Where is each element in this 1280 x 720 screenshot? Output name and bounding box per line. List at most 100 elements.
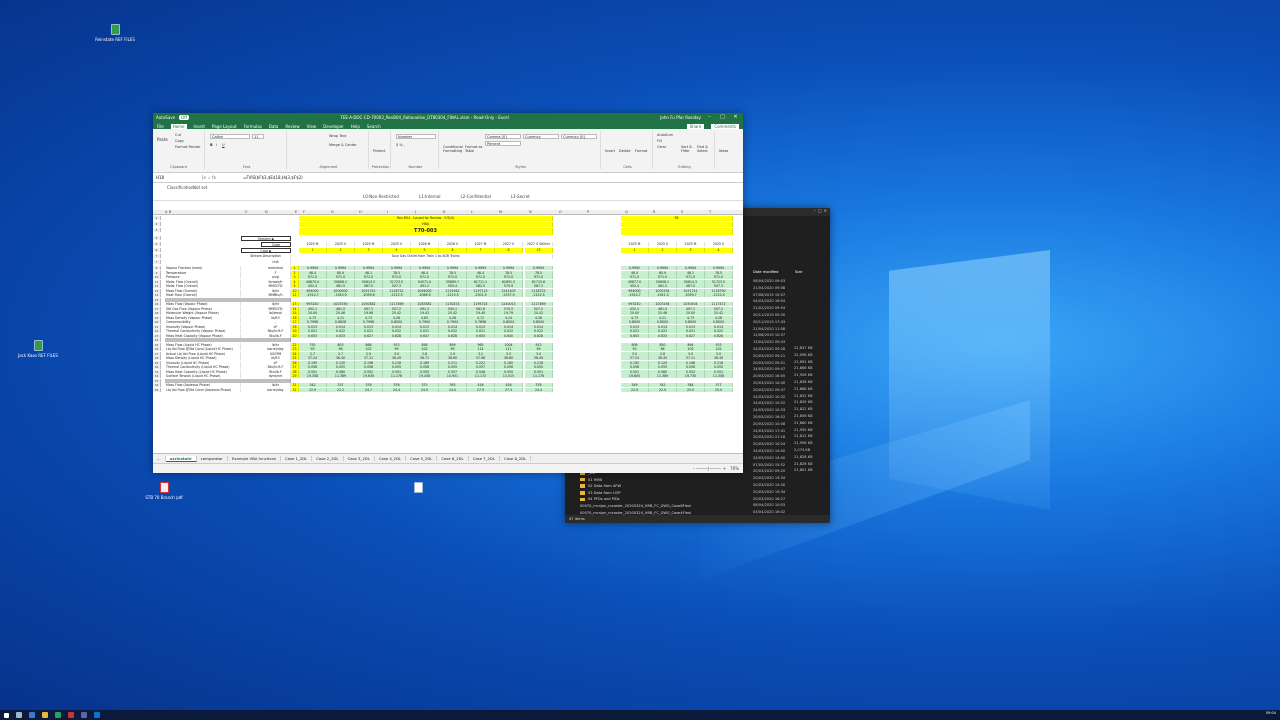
row-header[interactable]: 33 [153, 378, 161, 383]
value-cell[interactable]: 1118790 [705, 288, 733, 293]
value-cell[interactable]: 0.8000 [525, 320, 553, 324]
value-cell[interactable]: 0.9994 [525, 266, 553, 270]
value-cell[interactable]: 0.9994 [355, 266, 383, 270]
value-cell[interactable]: 19.358 [299, 374, 327, 378]
value-cell[interactable]: 25.0 [705, 387, 733, 392]
year-code[interactable]: 2025 S [327, 242, 355, 247]
value-cell[interactable]: 0.055 [327, 365, 355, 369]
value-cell[interactable]: 0.056 [355, 365, 383, 369]
task-view-icon[interactable] [29, 712, 35, 718]
value-cell[interactable]: 36.49 [705, 356, 733, 360]
value-cell[interactable]: 452.4 [621, 284, 649, 288]
value-cell[interactable]: 971.0 [411, 275, 439, 279]
unit-cell[interactable]: mole/mol [261, 266, 291, 270]
value-cell[interactable]: 11.389 [649, 374, 677, 378]
copy-button[interactable]: Copy [175, 139, 184, 143]
value-cell[interactable]: 55895.7 [439, 279, 467, 284]
value-cell[interactable]: 46.1 [677, 270, 705, 275]
value-cell[interactable]: 102 [355, 347, 383, 351]
value-cell[interactable]: 0.014 [525, 324, 553, 329]
value-cell[interactable]: 342 [299, 383, 327, 387]
row-header[interactable]: 22 [153, 329, 161, 333]
value-cell[interactable]: 20.00 [677, 311, 705, 315]
case-num[interactable]: 8 [495, 248, 523, 253]
code-cell[interactable]: 20 [291, 333, 299, 338]
code-cell[interactable]: 15 [291, 311, 299, 315]
format-cells-button[interactable]: Format [635, 149, 647, 153]
value-cell[interactable]: 0.021 [467, 329, 495, 333]
value-cell[interactable]: 0.160 [495, 360, 523, 365]
unit-cell[interactable]: Btu/lb.F [261, 333, 291, 338]
row-label[interactable]: Mass Density (Vapour Phase) [165, 315, 241, 320]
value-cell[interactable]: 80.9 [649, 270, 677, 275]
value-cell[interactable]: 19.730 [677, 374, 705, 378]
value-cell[interactable]: 461.5 [649, 306, 677, 311]
value-cell[interactable]: 971.0 [649, 275, 677, 279]
value-cell[interactable]: 0.7994 [439, 320, 467, 324]
value-cell[interactable]: 99 [383, 347, 411, 351]
year-code[interactable]: 2027 S [495, 242, 523, 247]
value-cell[interactable]: 0.021 [621, 329, 649, 333]
column-header[interactable]: L [471, 210, 473, 214]
value-cell[interactable]: 19.600 [621, 374, 649, 378]
value-cell[interactable]: 0.8000 [649, 320, 677, 324]
value-cell[interactable]: 0.022 [705, 329, 733, 333]
value-cell[interactable]: 111 [495, 347, 523, 351]
sheet-tab[interactable]: Case 2_2DL [312, 456, 344, 461]
case-num[interactable]: 13 [525, 248, 553, 253]
value-cell[interactable]: 452.4 [299, 284, 327, 288]
value-cell[interactable]: 1197115 [467, 288, 495, 293]
value-cell[interactable]: 971.0 [705, 275, 733, 279]
value-cell[interactable]: 993240 [621, 302, 649, 306]
value-cell[interactable]: 0.056 [495, 365, 523, 369]
value-cell[interactable]: 4.24 [495, 315, 523, 320]
value-cell[interactable]: 0.552 [355, 369, 383, 374]
close-icon[interactable]: ✕ [731, 114, 740, 120]
case-num[interactable]: 7 [467, 248, 495, 253]
clear-button[interactable]: Clear [657, 145, 666, 149]
row-label[interactable]: Mass Flow (Overall) [165, 288, 241, 293]
case-id-right[interactable] [621, 228, 733, 235]
value-cell[interactable]: 971.0 [299, 275, 327, 279]
code-cell[interactable]: 4 [291, 279, 299, 284]
value-cell[interactable]: 37.11 [677, 356, 705, 360]
file-item[interactable]: 00070_mcnjon_mcaster_20200324_HRB_FC_GWG… [580, 503, 830, 510]
sheet-tab[interactable]: comparator [197, 456, 228, 461]
value-cell[interactable]: 4.21 [327, 315, 355, 320]
value-cell[interactable]: 467.0 [677, 284, 705, 288]
value-cell[interactable]: 93 [621, 347, 649, 351]
value-cell[interactable]: 0.222 [467, 360, 495, 365]
value-cell[interactable]: 50606.1 [649, 279, 677, 284]
row-header[interactable]: 21 [153, 324, 161, 329]
value-cell[interactable]: 0.7996 [355, 320, 383, 324]
value-cell[interactable]: 46.1 [355, 270, 383, 275]
fx-icon[interactable]: ✕ ✓ fx [203, 175, 243, 180]
value-cell[interactable]: 19.43 [411, 311, 439, 315]
column-header[interactable]: G [331, 210, 334, 214]
protect-button[interactable]: Protect [373, 149, 385, 153]
zoom-level[interactable]: 70% [730, 466, 739, 471]
value-cell[interactable]: 11.176 [383, 374, 411, 378]
value-cell[interactable]: 11.515 [495, 374, 523, 378]
value-cell[interactable]: 416 [495, 383, 523, 387]
value-cell[interactable]: 913 [525, 342, 553, 347]
teams-icon[interactable] [81, 712, 87, 718]
value-cell[interactable]: 0.9992 [621, 266, 649, 270]
value-cell[interactable]: 46.4 [299, 270, 327, 275]
maximize-icon[interactable]: □ [718, 114, 727, 120]
value-cell[interactable]: 24.4 [383, 387, 411, 392]
value-cell[interactable]: 0.196 [677, 360, 705, 365]
value-cell[interactable]: 1003190 [327, 302, 355, 306]
value-cell[interactable]: 24.0 [439, 387, 467, 392]
value-cell[interactable]: 0.013 [299, 324, 327, 329]
code-cell[interactable]: 29 [291, 374, 299, 378]
hba-cell-right[interactable] [621, 222, 733, 227]
value-cell[interactable]: 497.1 [355, 306, 383, 311]
value-cell[interactable]: 1240013 [495, 302, 523, 306]
value-cell[interactable]: 1083381 [411, 302, 439, 306]
value-cell[interactable]: 461.5 [327, 306, 355, 311]
value-cell[interactable]: 0.021 [677, 329, 705, 333]
value-cell[interactable]: 0.056 [411, 365, 439, 369]
value-cell[interactable]: 0.551 [383, 369, 411, 374]
streams-label[interactable]: Streams ▶ [241, 236, 291, 241]
